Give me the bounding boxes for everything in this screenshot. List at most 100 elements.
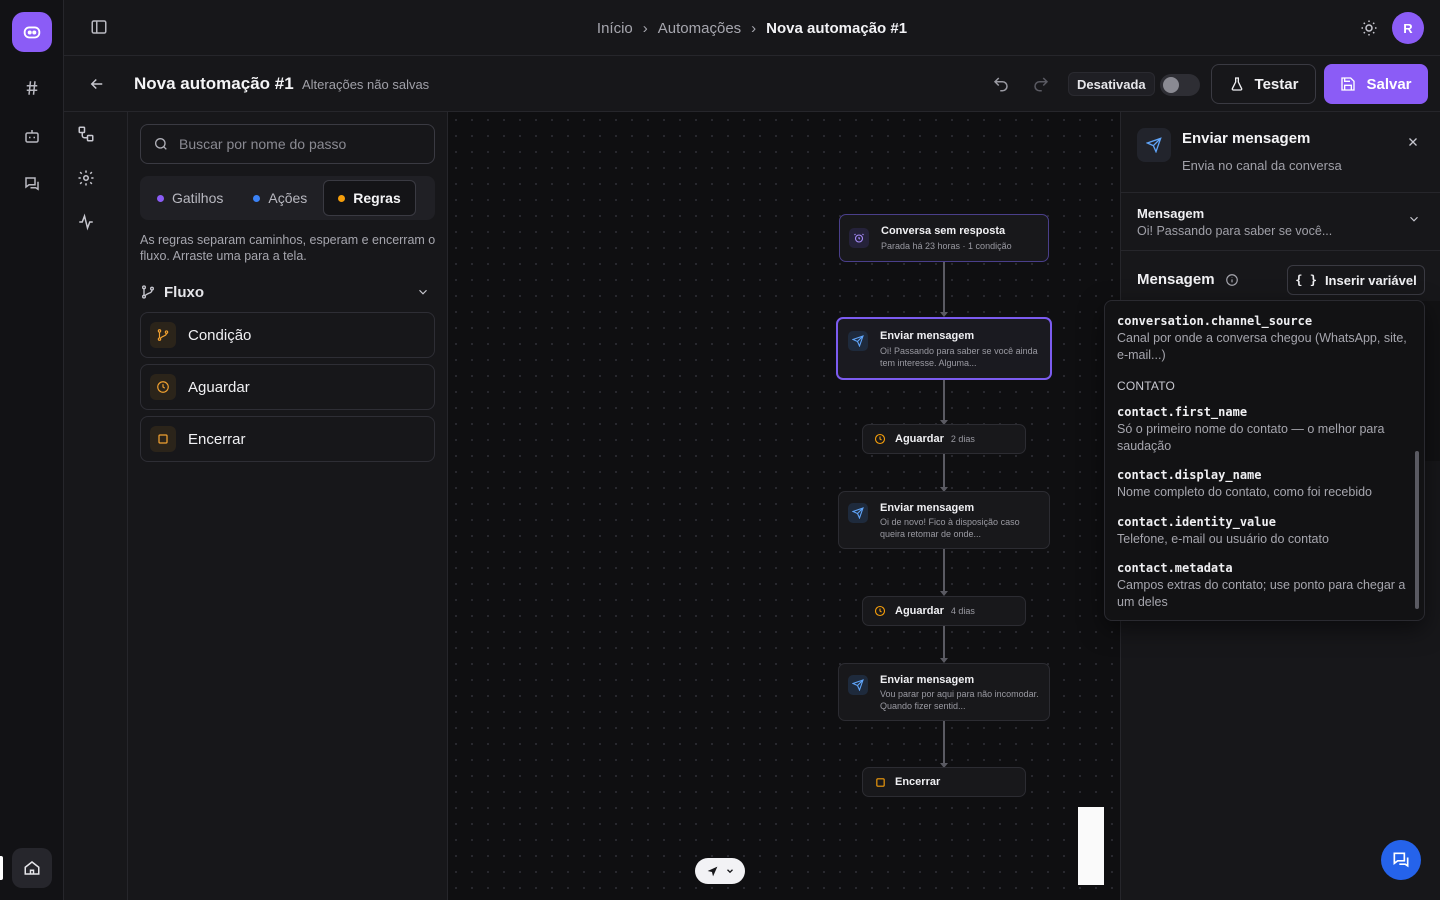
connector <box>940 454 948 492</box>
variable-key: contact.identity_value <box>1117 515 1276 529</box>
stop-icon <box>150 426 176 452</box>
recenter-button[interactable] <box>695 858 745 884</box>
clock-icon <box>872 431 888 447</box>
tab-acoes[interactable]: Ações <box>239 180 321 216</box>
group-header-fluxo[interactable]: Fluxo <box>140 280 435 304</box>
editor-header: Nova automação #1 Alterações não salvas … <box>64 56 1440 112</box>
send-icon <box>848 675 868 695</box>
back-arrow-icon[interactable] <box>88 75 106 93</box>
end-node[interactable]: Encerrar <box>862 767 1026 797</box>
message-label-text: Mensagem <box>1137 271 1215 288</box>
hashtag-icon[interactable] <box>20 76 44 100</box>
variable-key: contact.metadata <box>1117 561 1233 575</box>
step-item-label: Aguardar <box>188 378 250 396</box>
active-toggle[interactable] <box>1160 74 1200 96</box>
step-item-label: Encerrar <box>188 430 246 448</box>
chat-icon[interactable] <box>20 172 44 196</box>
chevron-down-icon <box>726 869 733 874</box>
node-subtitle: Oi de novo! Fico à disposição caso queir… <box>880 517 1020 539</box>
node-subtitle: Parada há 23 horas · 1 condição <box>881 241 1012 251</box>
node-duration: 4 dias <box>950 606 975 616</box>
trigger-node[interactable]: Conversa sem resposta Parada há 23 horas… <box>839 214 1049 262</box>
navigation-icon <box>707 866 717 876</box>
variable-option[interactable]: contact.display_name Nome completo do co… <box>1117 468 1407 501</box>
alarm-icon <box>849 228 869 248</box>
activity-icon[interactable] <box>76 212 96 232</box>
save-button[interactable]: Salvar <box>1324 64 1428 104</box>
app-logo-icon[interactable] <box>12 12 52 52</box>
editor-rail <box>64 112 128 900</box>
close-icon[interactable] <box>1403 132 1423 152</box>
node-duration: 2 dias <box>950 434 975 444</box>
node-title: Encerrar <box>895 776 941 788</box>
scrollbar[interactable] <box>1415 451 1419 609</box>
tab-label: Ações <box>268 190 308 206</box>
send-message-node[interactable]: Enviar mensagem Vou parar por aqui para … <box>838 663 1050 721</box>
search-box <box>140 124 435 164</box>
step-item-aguardar[interactable]: Aguardar <box>140 364 435 410</box>
panel-title: Enviar mensagem <box>1182 130 1311 147</box>
variable-option[interactable]: conversation.channel_source Canal por on… <box>1117 314 1407 364</box>
divider <box>1121 250 1440 251</box>
breadcrumb-home[interactable]: Início <box>597 20 633 37</box>
send-icon <box>848 503 868 523</box>
send-message-node-selected[interactable]: Enviar mensagem Oi! Passando para saber … <box>836 317 1052 380</box>
insert-variable-button[interactable]: { } Inserir variável <box>1287 265 1425 295</box>
category-tabs: Gatilhos Ações Regras <box>140 176 435 220</box>
variable-option[interactable]: contact.metadata Campos extras do contat… <box>1117 561 1407 611</box>
theme-toggle-icon[interactable] <box>1360 19 1378 37</box>
branch-icon <box>150 322 176 348</box>
chevron-down-icon <box>419 289 427 295</box>
braces-icon: { } <box>1295 273 1317 287</box>
variable-option[interactable]: contact.first_name Só o primeiro nome do… <box>1117 405 1407 455</box>
dot-icon <box>253 194 261 202</box>
tab-gatilhos[interactable]: Gatilhos <box>143 180 237 216</box>
test-label: Testar <box>1254 75 1299 93</box>
variable-option[interactable]: contact.identity_value Telefone, e-mail … <box>1117 515 1407 548</box>
chevron-down-icon[interactable] <box>1407 212 1421 226</box>
panel-hint: As regras separam caminhos, esperam e en… <box>140 233 436 263</box>
step-item-condicao[interactable]: Condição <box>140 312 435 358</box>
test-button[interactable]: Testar <box>1211 64 1316 104</box>
search-icon <box>155 138 167 150</box>
message-label: Mensagem <box>1137 271 1239 288</box>
avatar[interactable]: R <box>1392 12 1424 44</box>
insert-variable-label: Inserir variável <box>1324 272 1417 288</box>
step-item-encerrar[interactable]: Encerrar <box>140 416 435 462</box>
variable-desc: Só o primeiro nome do contato — o melhor… <box>1117 422 1385 453</box>
page-title: Nova automação #1 <box>134 74 294 93</box>
wait-node[interactable]: Aguardar 4 dias <box>862 596 1026 626</box>
breadcrumb-current: Nova automação #1 <box>766 19 908 37</box>
breadcrumb-automations[interactable]: Automações <box>658 20 741 37</box>
workflow-icon[interactable] <box>76 124 96 144</box>
tab-regras[interactable]: Regras <box>323 180 416 216</box>
node-subtitle: Oi! Passando para saber se você ainda te… <box>880 346 1038 368</box>
tab-label: Gatilhos <box>172 190 224 206</box>
accordion-title[interactable]: Mensagem <box>1137 206 1204 221</box>
redo-icon[interactable] <box>1032 75 1050 93</box>
tab-label: Regras <box>353 190 401 206</box>
save-label: Salvar <box>1366 75 1412 93</box>
connector <box>940 380 948 425</box>
search-input[interactable] <box>179 136 419 152</box>
section-header: CONTATO <box>1117 379 1176 393</box>
clock-icon <box>150 374 176 400</box>
undo-icon[interactable] <box>992 75 1010 93</box>
steps-panel: Gatilhos Ações Regras As regras separam … <box>128 112 448 900</box>
settings-gear-icon[interactable] <box>76 168 96 188</box>
variable-key: contact.display_name <box>1117 468 1262 482</box>
bot-icon[interactable] <box>20 124 44 148</box>
wait-node[interactable]: Aguardar 2 dias <box>862 424 1026 454</box>
send-message-node[interactable]: Enviar mensagem Oi de novo! Fico à dispo… <box>838 491 1050 549</box>
variable-key: contact.first_name <box>1117 405 1248 419</box>
node-title: Enviar mensagem <box>880 330 975 342</box>
node-title: Conversa sem resposta <box>881 225 1006 237</box>
toggle-knob <box>1163 77 1179 93</box>
dot-icon <box>338 194 346 202</box>
save-icon <box>1341 77 1356 91</box>
flow-canvas[interactable]: Conversa sem resposta Parada há 23 horas… <box>448 112 1120 900</box>
canvas-controls[interactable] <box>1078 807 1104 885</box>
support-chat-button[interactable] <box>1381 840 1421 880</box>
variable-desc: Campos extras do contato; use ponto para… <box>1117 578 1406 609</box>
home-button[interactable] <box>12 848 52 888</box>
